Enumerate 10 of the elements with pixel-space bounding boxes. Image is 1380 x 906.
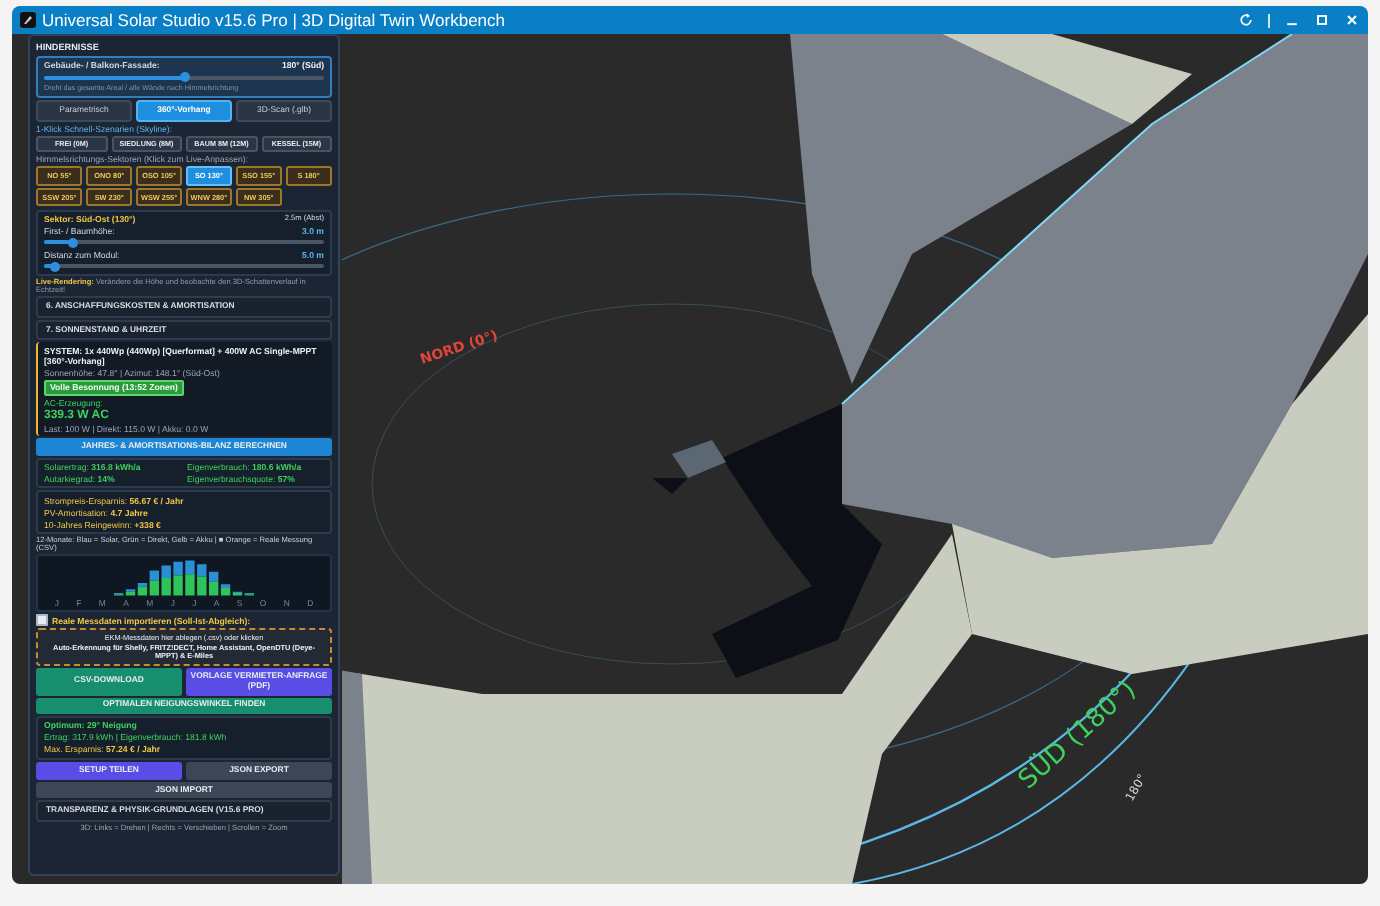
import-checkbox[interactable] xyxy=(36,614,48,627)
height-slider[interactable] xyxy=(44,264,324,269)
close-icon[interactable] xyxy=(1344,12,1360,28)
reload-icon[interactable] xyxy=(1238,12,1254,28)
maximize-icon[interactable] xyxy=(1314,12,1330,28)
app-icon xyxy=(20,12,36,28)
height-slider[interactable] xyxy=(44,240,324,245)
window-title: Universal Solar Studio v15.6 Pro | 3D Digital Twin Workbench xyxy=(42,10,506,30)
solar-module-drawing xyxy=(652,440,726,494)
facade-slider[interactable] xyxy=(44,75,324,80)
